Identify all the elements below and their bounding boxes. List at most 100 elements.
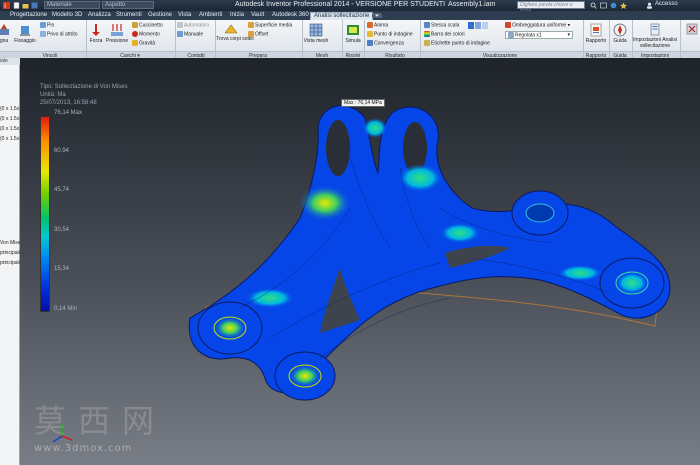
animate-icon [367,22,373,28]
window-title: Autodesk Inventor Professional 2014 - VE… [235,1,446,8]
convergenza-button[interactable]: Convergenza [367,40,404,48]
ribbon-toggle-icon[interactable] [372,13,382,18]
exit-button[interactable] [684,23,700,36]
new-icon[interactable] [13,2,20,9]
exit-icon [686,23,698,35]
force-icon [92,24,100,36]
appearance-combo[interactable]: Aspetto [102,1,154,9]
legend-tick: 45,74 [54,187,70,193]
browser-item[interactable]: principale [0,250,21,256]
tab-analizza[interactable]: Analizza [88,12,111,18]
manual-contact-icon [177,31,183,37]
user-icon[interactable] [646,2,653,9]
regolata-dropdown[interactable]: Regolata x1 ▾ [505,31,573,39]
pin-icon [40,22,46,28]
midsurface-icon [248,22,254,28]
find-thin-bodies-icon [224,24,238,34]
cuscinetto-button[interactable]: Cuscinetto [132,22,163,30]
legend-date: 25/07/2013, 16:58:48 [40,100,97,106]
privo-attrito-button[interactable]: Privo di attrito [40,31,78,39]
browser-header: iale [0,58,20,65]
fissaggio-icon [20,26,30,36]
legend-tick: 60,94 [54,148,70,154]
shading-icon [505,22,511,28]
legend-type: Tipo: Sollecitazione di Von Mises [40,84,128,90]
ribbon: gna Fissaggio Pin Privo di attrito Vinco… [0,20,700,59]
tab-autodesk-360[interactable]: Autodesk 360 [272,12,309,18]
guida-button[interactable]: Guida [610,23,630,44]
pin-button[interactable]: Pin [40,22,54,30]
stessa-scala-button[interactable]: Stessa scala [424,22,459,30]
same-scale-icon [424,22,430,28]
moment-icon [132,31,138,37]
sign-in-link[interactable]: Accesso [655,1,678,7]
legend-tick: 15,34 [54,266,70,272]
material-combo[interactable]: Materiale [44,1,100,9]
momento-button[interactable]: Momento [132,31,160,39]
legend-max: 76,14 Max [54,110,83,116]
search-icon[interactable] [590,2,597,9]
etichette-punto-button[interactable]: Etichette punto di indagine [424,40,490,48]
probe-icon [367,31,373,37]
graphics-viewport[interactable]: Tipo: Sollecitazione di Von Mises Unità:… [20,58,700,465]
watermark-url: www.3dmox.com [34,443,133,454]
pressione-button[interactable]: Pressione [104,23,130,44]
auto-contact-icon [177,22,183,28]
ribbon-tabs: Progettazione Modello 3D Analizza Strume… [0,11,700,20]
offset-button[interactable]: Offset [248,31,268,39]
manuale-button[interactable]: Manuale [177,31,203,39]
tab-strumenti[interactable]: Strumenti [116,12,142,18]
max-probe-label[interactable]: Max : 76,14 MPa [341,99,385,107]
open-icon[interactable] [22,2,29,9]
anima-button[interactable]: Anima [367,22,388,30]
tab-progettazione[interactable]: Progettazione [10,12,47,18]
forza-button[interactable]: Forza [88,23,104,44]
communication-icon[interactable] [610,2,617,9]
fix-icon [0,24,9,35]
punto-indagine-button[interactable]: Punto di indagine [367,31,413,39]
color-bar-icon [424,31,430,37]
superficie-media-button[interactable]: Superficie media [248,22,292,30]
tab-gestione[interactable]: Gestione [148,12,172,18]
bearing-icon [132,22,138,28]
save-icon[interactable] [31,2,38,9]
convergence-icon [367,40,373,46]
legend-tick: 30,54 [54,227,70,233]
legend-min: 0,14 Min [54,306,78,312]
tab-modello-3d[interactable]: Modello 3D [52,12,82,18]
gravita-button[interactable]: Gravità [132,40,155,48]
browser-item[interactable]: principale [0,260,21,266]
app-logo-icon[interactable]: I [3,2,10,9]
adjusted-icon [508,32,514,38]
ombreggiatura-dropdown[interactable]: Ombreggiatura uniforme ▾ [505,22,570,30]
document-name: Assembly1.iam [448,1,496,8]
legend-unit: Unità: Ma [40,92,66,98]
tab-analisi-sollecitazione[interactable]: Analisi sollecitazione [310,12,374,20]
report-icon [590,23,602,37]
title-bar: I Materiale Aspetto Autodesk Inventor Pr… [0,0,700,14]
simulate-icon [347,25,359,35]
mesh-view-icon [309,23,323,37]
guide-icon [613,23,627,37]
browser-panel: iale (0 x 1.5x16) (0 x 1.5x16) (0 x 1.5x… [0,58,26,465]
settings-icon [650,23,660,36]
offset-icon [248,31,254,37]
barra-colori-button[interactable]: Barra dei colori [424,31,465,39]
subscription-icon[interactable] [600,2,607,9]
trova-corpi-sottili-button[interactable]: Trova corpi sottili [216,23,254,42]
vista-mesh-button[interactable]: Vista mesh [303,23,329,44]
tab-inizia[interactable]: Inizia [230,12,244,18]
automatico-button[interactable]: Automatico [177,22,209,30]
simula-button[interactable]: Simula [343,23,363,44]
impostazioni-button[interactable]: Impostazioni Analisi sollecitazione [633,23,677,49]
favorites-icon[interactable] [620,2,627,9]
probe-labels-icon [424,40,430,46]
display-toggle-icons[interactable] [468,22,490,30]
fissaggio-button[interactable]: Fissaggio [12,23,38,44]
tab-vault[interactable]: Vault [251,12,264,18]
tab-ambienti[interactable]: Ambienti [199,12,222,18]
search-input[interactable]: Digitare parola chiave o frase [517,1,585,14]
tab-vista[interactable]: Vista [178,12,191,18]
color-bar [40,116,50,312]
rapporto-button[interactable]: Rapporto [584,23,608,44]
